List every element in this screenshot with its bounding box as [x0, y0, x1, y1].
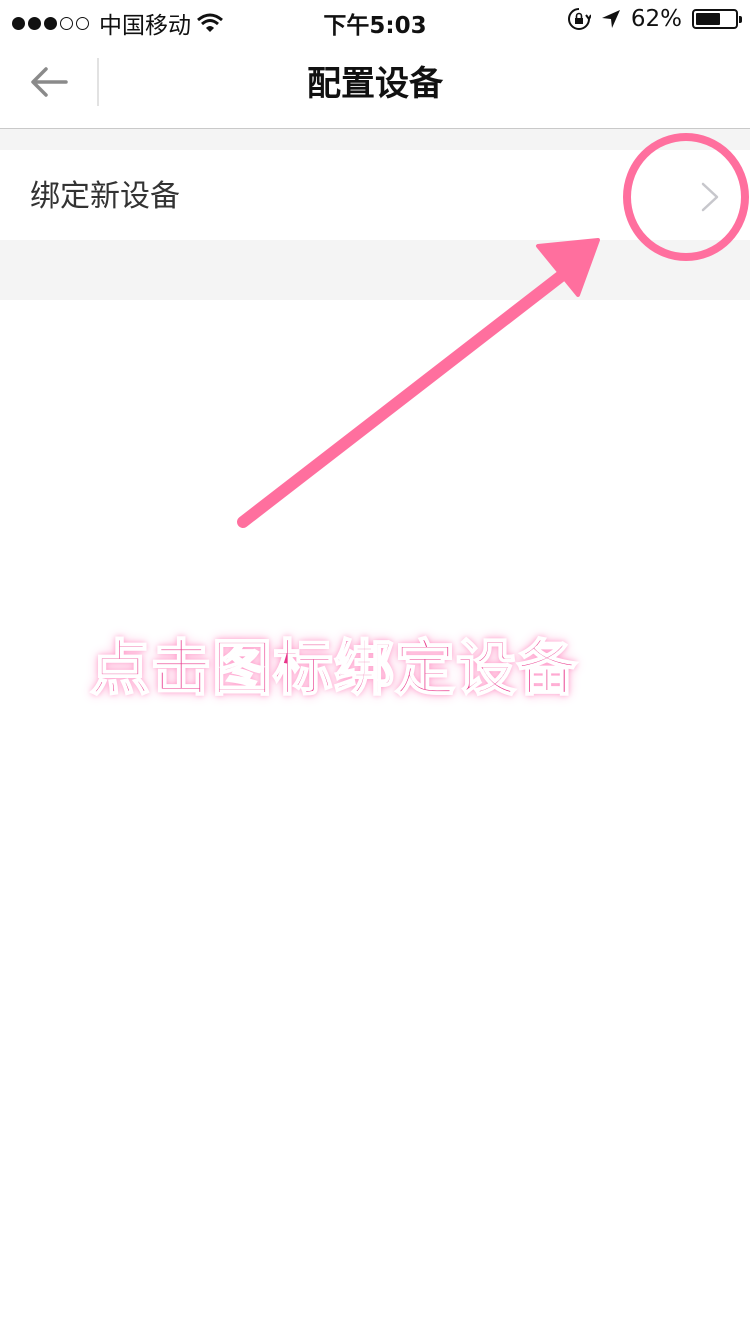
navigation-bar: 配置设备 — [0, 40, 750, 129]
page-title: 配置设备 — [307, 64, 443, 104]
section-spacer-bottom — [0, 240, 750, 300]
location-arrow-icon — [601, 10, 620, 28]
list-item-bind-new-device[interactable]: 绑定新设备 — [0, 150, 750, 240]
rotation-lock-icon — [567, 8, 591, 30]
chevron-right-icon[interactable] — [697, 180, 725, 214]
status-bar: 中国移动 下午5:03 62% — [0, 0, 750, 40]
section-spacer-top — [0, 129, 750, 150]
annotation-text: 点击图标绑定设备 — [89, 633, 578, 705]
battery-level-fill — [696, 13, 720, 25]
status-right: 62% — [567, 6, 742, 32]
battery-icon — [692, 9, 742, 29]
list-item-label: 绑定新设备 — [30, 179, 180, 214]
battery-percent: 62% — [630, 6, 682, 32]
